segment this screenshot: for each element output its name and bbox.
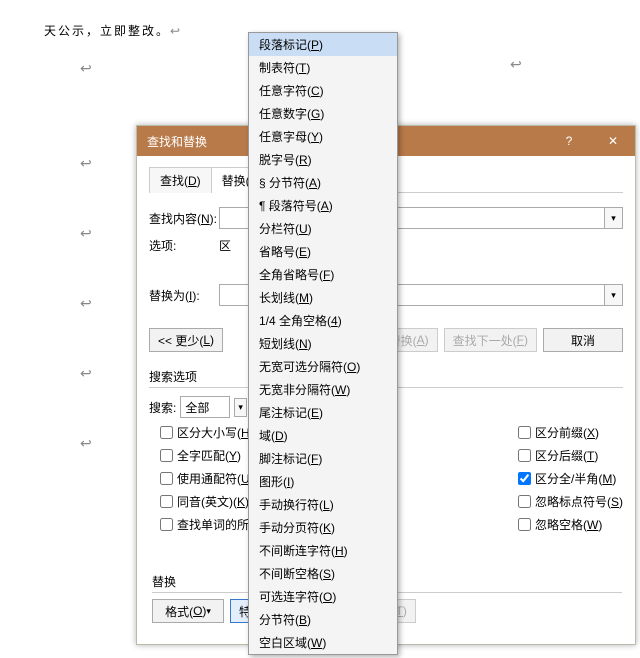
menu-item[interactable]: 1/4 全角空格(4): [249, 309, 397, 332]
menu-item[interactable]: 段落标记(P): [249, 33, 397, 56]
menu-item[interactable]: § 分节符(A): [249, 171, 397, 194]
checkbox-option[interactable]: 区分前缀(X): [518, 424, 623, 441]
find-label: 查找内容(N):: [149, 210, 219, 227]
checkbox[interactable]: [160, 449, 173, 462]
menu-item[interactable]: 可选连字符(O): [249, 585, 397, 608]
checkbox[interactable]: [518, 472, 531, 485]
menu-item[interactable]: 省略号(E): [249, 240, 397, 263]
menu-item[interactable]: 尾注标记(E): [249, 401, 397, 424]
checkbox[interactable]: [518, 495, 531, 508]
search-direction-dropdown[interactable]: ▾: [234, 398, 247, 417]
menu-item[interactable]: 任意数字(G): [249, 102, 397, 125]
checkbox-option[interactable]: 忽略标点符号(S): [518, 493, 623, 510]
close-button[interactable]: ✕: [591, 126, 635, 156]
menu-item[interactable]: 域(D): [249, 424, 397, 447]
menu-item[interactable]: 不间断空格(S): [249, 562, 397, 585]
checkbox[interactable]: [160, 518, 173, 531]
checkbox[interactable]: [518, 426, 531, 439]
checkbox[interactable]: [518, 449, 531, 462]
menu-item[interactable]: 不间断连字符(H): [249, 539, 397, 562]
checkbox-option[interactable]: 区分全/半角(M): [518, 470, 623, 487]
menu-item[interactable]: ¶ 段落符号(A): [249, 194, 397, 217]
checkbox-option[interactable]: 使用通配符(U): [160, 470, 254, 487]
menu-item[interactable]: 手动分页符(K): [249, 516, 397, 539]
menu-item[interactable]: 制表符(T): [249, 56, 397, 79]
menu-item[interactable]: 无宽非分隔符(W): [249, 378, 397, 401]
checkbox-option[interactable]: 区分后缀(T): [518, 447, 623, 464]
format-button[interactable]: 格式(O) ▾: [152, 599, 224, 623]
menu-item[interactable]: 任意字母(Y): [249, 125, 397, 148]
options-value: 区: [219, 237, 231, 254]
checkbox[interactable]: [160, 495, 173, 508]
cancel-button[interactable]: 取消: [543, 328, 623, 352]
special-format-menu: 段落标记(P)制表符(T)任意字符(C)任意数字(G)任意字母(Y)脱字号(R)…: [248, 32, 398, 655]
search-direction[interactable]: [180, 396, 230, 418]
menu-item[interactable]: 短划线(N): [249, 332, 397, 355]
checkbox-option[interactable]: 同音(英文)(K): [160, 493, 254, 510]
tab-find[interactable]: 查找(D): [149, 167, 212, 193]
less-button[interactable]: << 更少(L): [149, 328, 223, 352]
checkbox-option[interactable]: 全字匹配(Y): [160, 447, 254, 464]
checkbox[interactable]: [518, 518, 531, 531]
menu-item[interactable]: 任意字符(C): [249, 79, 397, 102]
checkbox-option[interactable]: 查找单词的所: [160, 516, 254, 533]
replace-dropdown[interactable]: ▾: [605, 284, 623, 306]
document-text: 天公示，立即整改。↩: [44, 22, 182, 40]
right-check-group: 区分前缀(X) 区分后缀(T) 区分全/半角(M) 忽略标点符号(S) 忽略空格(W): [518, 418, 623, 533]
menu-item[interactable]: 脱字号(R): [249, 148, 397, 171]
find-dropdown[interactable]: ▾: [605, 207, 623, 229]
menu-item[interactable]: 长划线(M): [249, 286, 397, 309]
search-label: 搜索:: [149, 399, 176, 416]
menu-item[interactable]: 分栏符(U): [249, 217, 397, 240]
find-next-button[interactable]: 查找下一处(F): [444, 328, 537, 352]
checkbox[interactable]: [160, 426, 173, 439]
menu-item[interactable]: 脚注标记(F): [249, 447, 397, 470]
menu-item[interactable]: 空白区域(W): [249, 631, 397, 654]
options-label: 选项:: [149, 237, 219, 254]
menu-item[interactable]: 手动换行符(L): [249, 493, 397, 516]
checkbox[interactable]: [160, 472, 173, 485]
checkbox-option[interactable]: 区分大小写(H): [160, 424, 254, 441]
checkbox-option[interactable]: 忽略空格(W): [518, 516, 623, 533]
menu-item[interactable]: 图形(I): [249, 470, 397, 493]
help-button[interactable]: ?: [547, 126, 591, 156]
menu-item[interactable]: 全角省略号(F): [249, 263, 397, 286]
left-check-group: 区分大小写(H) 全字匹配(Y) 使用通配符(U) 同音(英文)(K) 查找单词的所: [160, 418, 254, 533]
menu-item[interactable]: 无宽可选分隔符(O): [249, 355, 397, 378]
replace-label: 替换为(I):: [149, 287, 219, 304]
menu-item[interactable]: 分节符(B): [249, 608, 397, 631]
